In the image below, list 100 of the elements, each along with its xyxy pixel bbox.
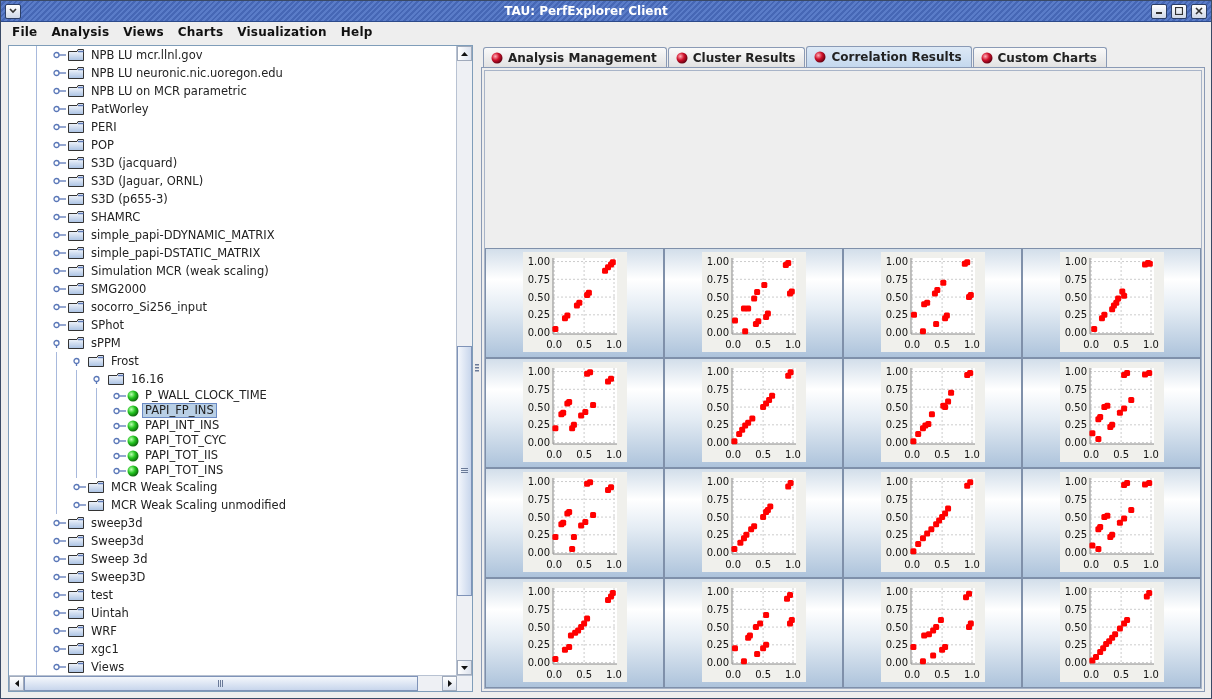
tick-label: 0.00 xyxy=(527,547,550,559)
tick-label: 0.75 xyxy=(527,273,550,285)
tick-label: 1.00 xyxy=(885,476,908,488)
tick-label: 0.50 xyxy=(1064,511,1087,523)
tick-label: 0.25 xyxy=(527,419,550,431)
tick-label: 1.00 xyxy=(885,366,908,378)
tick-label: 0.25 xyxy=(1064,529,1087,541)
tick-label: 0.5 xyxy=(933,669,950,680)
tick-label: 1.0 xyxy=(605,669,622,680)
tick-label: 0.50 xyxy=(1064,291,1087,303)
tick-label: 0.0 xyxy=(1082,339,1099,350)
tick-label: 0.00 xyxy=(706,547,729,559)
tick-label: 0.75 xyxy=(885,603,908,615)
tick-label: 1.00 xyxy=(527,256,550,268)
tick-label: 0.50 xyxy=(885,511,908,523)
tick-label: 0.00 xyxy=(885,547,908,559)
tick-label: 0.50 xyxy=(706,401,729,413)
tick-label: 0.0 xyxy=(545,559,562,570)
tick-label: 0.50 xyxy=(527,401,550,413)
tick-label: 0.75 xyxy=(706,383,729,395)
tick-label: 1.0 xyxy=(605,339,622,350)
tick-label: 1.00 xyxy=(885,256,908,268)
tick-label: 0.25 xyxy=(706,309,729,321)
tick-label: 1.00 xyxy=(1064,366,1087,378)
tick-label: 0.00 xyxy=(1064,437,1087,449)
tick-label: 0.00 xyxy=(527,657,550,669)
tick-label: 0.75 xyxy=(706,603,729,615)
tick-label: 0.75 xyxy=(527,603,550,615)
tick-label: 0.00 xyxy=(527,327,550,339)
tick-label: 1.00 xyxy=(706,476,729,488)
tick-label: 1.00 xyxy=(1064,476,1087,488)
tick-label: 0.25 xyxy=(706,529,729,541)
tick-label: 0.5 xyxy=(575,449,592,460)
tick-label: 0.0 xyxy=(903,449,920,460)
tick-label: 0.0 xyxy=(1082,559,1099,570)
tick-label: 1.00 xyxy=(706,366,729,378)
tick-label: 0.0 xyxy=(724,559,741,570)
tick-label: 0.50 xyxy=(885,291,908,303)
tick-label: 1.0 xyxy=(605,449,622,460)
window-title: TAU: PerfExplorer Client xyxy=(503,4,669,18)
tick-label: 1.0 xyxy=(963,339,980,350)
tick-label: 0.0 xyxy=(724,339,741,350)
tick-label: 0.75 xyxy=(885,383,908,395)
tick-label: 0.50 xyxy=(706,291,729,303)
tick-label: 1.0 xyxy=(963,449,980,460)
tick-label: 1.00 xyxy=(885,586,908,598)
tick-label: 0.50 xyxy=(527,621,550,633)
tick-label: 0.5 xyxy=(933,339,950,350)
tick-label: 0.25 xyxy=(706,639,729,651)
tick-label: 1.00 xyxy=(706,586,729,598)
tick-label: 0.5 xyxy=(1112,559,1129,570)
tick-label: 1.00 xyxy=(527,476,550,488)
tick-label: 0.00 xyxy=(885,327,908,339)
tick-label: 1.0 xyxy=(1142,669,1159,680)
tick-label: 0.25 xyxy=(885,309,908,321)
tick-label: 0.00 xyxy=(706,327,729,339)
tick-label: 1.0 xyxy=(605,559,622,570)
tick-label: 0.5 xyxy=(575,669,592,680)
tick-label: 0.75 xyxy=(1064,603,1087,615)
tick-label: 0.0 xyxy=(903,559,920,570)
tick-label: 0.0 xyxy=(903,339,920,350)
tick-label: 1.0 xyxy=(1142,449,1159,460)
tick-label: 0.5 xyxy=(754,669,771,680)
tick-label: 0.75 xyxy=(885,273,908,285)
tick-label: 1.00 xyxy=(527,586,550,598)
tick-label: 0.25 xyxy=(527,529,550,541)
tick-label: 0.50 xyxy=(885,401,908,413)
tick-label: 0.25 xyxy=(527,639,550,651)
tick-label: 0.75 xyxy=(706,493,729,505)
tick-label: 1.0 xyxy=(1142,339,1159,350)
tick-label: 0.5 xyxy=(575,339,592,350)
tick-label: 0.50 xyxy=(1064,401,1087,413)
tick-label: 0.25 xyxy=(885,419,908,431)
tick-label: 0.25 xyxy=(706,419,729,431)
tick-label: 1.00 xyxy=(706,256,729,268)
tick-label: 0.75 xyxy=(885,493,908,505)
tick-label: 0.25 xyxy=(885,639,908,651)
tick-label: 0.0 xyxy=(545,449,562,460)
tick-label: 0.00 xyxy=(885,657,908,669)
tick-label: 0.0 xyxy=(545,669,562,680)
tick-label: 0.5 xyxy=(754,449,771,460)
tick-label: 0.75 xyxy=(706,273,729,285)
tick-label: 0.25 xyxy=(885,529,908,541)
tick-label: 0.00 xyxy=(706,657,729,669)
tick-label: 1.0 xyxy=(963,669,980,680)
tick-label: 0.00 xyxy=(1064,547,1087,559)
tick-label: 0.50 xyxy=(885,621,908,633)
tick-label: 0.0 xyxy=(724,449,741,460)
tick-label: 0.50 xyxy=(706,621,729,633)
tick-label: 0.50 xyxy=(527,291,550,303)
tick-label: 0.25 xyxy=(527,309,550,321)
tick-label: 0.5 xyxy=(933,559,950,570)
tick-label: 0.75 xyxy=(1064,273,1087,285)
tick-label: 0.0 xyxy=(903,669,920,680)
tick-label: 0.75 xyxy=(527,493,550,505)
tick-label: 0.5 xyxy=(1112,449,1129,460)
tick-label: 1.00 xyxy=(527,366,550,378)
tick-label: 1.0 xyxy=(784,669,801,680)
tick-label: 1.0 xyxy=(1142,559,1159,570)
tick-label: 0.0 xyxy=(724,669,741,680)
